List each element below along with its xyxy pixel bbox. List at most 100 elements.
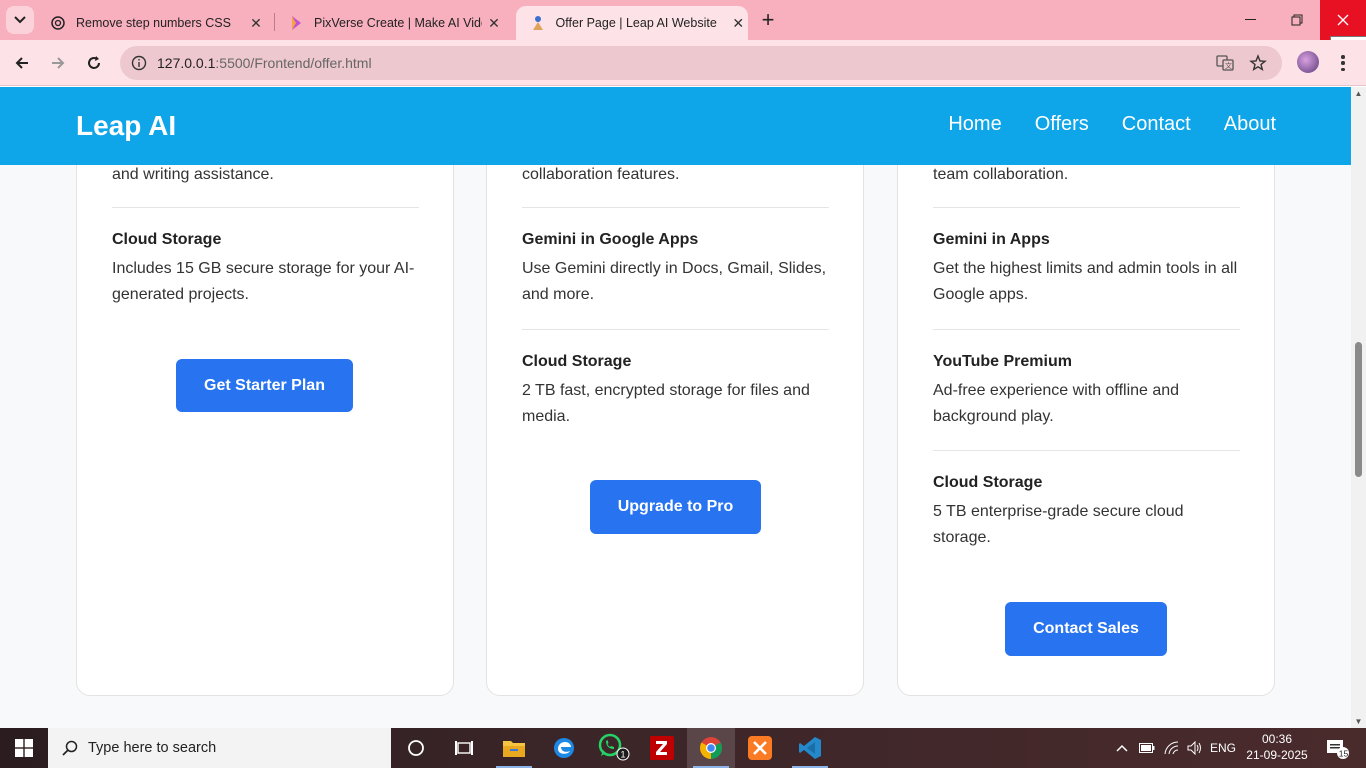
feature-title: Gemini in Apps <box>933 231 1050 248</box>
svg-text:文: 文 <box>1225 61 1232 70</box>
reload-button[interactable] <box>80 49 108 77</box>
search-placeholder: Type here to search <box>88 740 217 756</box>
scroll-thumb[interactable] <box>1355 342 1362 477</box>
whatsapp-badge: 1 <box>621 750 626 760</box>
nav-link-contact[interactable]: Contact <box>1122 113 1191 136</box>
nav-link-home[interactable]: Home <box>948 113 1001 136</box>
feature-item: Cloud Storage 5 TB enterprise-grade secu… <box>933 474 1240 550</box>
language-indicator[interactable]: ENG <box>1208 728 1238 768</box>
tab-chatgpt[interactable]: Remove step numbers CSS ✕ <box>36 6 266 40</box>
scroll-down-icon[interactable]: ▼ <box>1354 717 1363 726</box>
feature-title: Cloud Storage <box>112 231 222 248</box>
address-bar[interactable]: 127.0.0.1:5500/Frontend/offer.html 文 <box>120 46 1282 80</box>
bookmark-star-icon[interactable] <box>1249 54 1267 72</box>
forward-button[interactable] <box>44 49 72 77</box>
whatsapp-icon[interactable]: 1 <box>590 728 638 768</box>
contact-sales-button[interactable]: Contact Sales <box>1005 602 1167 656</box>
scroll-up-icon[interactable]: ▲ <box>1354 89 1363 98</box>
feature-item: Cloud Storage 2 TB fast, encrypted stora… <box>522 353 829 429</box>
plan-card-starter: and writing assistance. Cloud Storage In… <box>76 87 454 696</box>
feature-description: 2 TB fast, encrypted storage for files a… <box>522 382 810 425</box>
tab-title: Remove step numbers CSS <box>76 16 231 30</box>
site-logo[interactable]: Leap AI <box>76 110 176 142</box>
vscode-icon[interactable] <box>786 728 834 768</box>
url-host: 127.0.0.1 <box>157 55 216 71</box>
chatgpt-icon <box>50 15 66 31</box>
divider <box>112 207 419 208</box>
close-tab-icon[interactable]: ✕ <box>246 13 266 33</box>
chrome-icon[interactable] <box>687 728 735 768</box>
notification-count: 15 <box>1339 749 1349 759</box>
browser-menu-icon[interactable] <box>1334 52 1352 74</box>
feature-title: Cloud Storage <box>933 474 1043 491</box>
tab-search-button[interactable] <box>6 6 34 34</box>
page-viewport: and writing assistance. Cloud Storage In… <box>0 87 1351 728</box>
get-starter-plan-button[interactable]: Get Starter Plan <box>176 359 353 412</box>
close-window-button[interactable] <box>1320 0 1366 40</box>
new-tab-button[interactable]: + <box>756 7 780 32</box>
restore-button[interactable] <box>1274 0 1320 40</box>
file-explorer-icon[interactable] <box>490 728 538 768</box>
feature-item: Gemini in Apps Get the highest limits an… <box>933 231 1240 307</box>
site-info-icon[interactable] <box>130 54 148 72</box>
chevron-down-icon <box>14 16 26 24</box>
taskbar-search[interactable]: Type here to search <box>48 728 391 768</box>
url-path: :5500/Frontend/offer.html <box>215 55 372 71</box>
start-button[interactable] <box>0 728 48 768</box>
feature-description: Ad-free experience with offline and back… <box>933 382 1180 425</box>
wifi-icon[interactable] <box>1160 728 1184 768</box>
plan-card-enterprise: team collaboration. Gemini in Apps Get t… <box>897 87 1275 696</box>
clock-time: 00:36 <box>1261 732 1293 746</box>
tab-offer-page[interactable]: Offer Page | Leap AI Website ✕ <box>516 6 748 40</box>
edge-icon[interactable] <box>540 728 588 768</box>
xampp-icon[interactable] <box>736 728 784 768</box>
leapai-icon <box>530 15 546 31</box>
windows-logo-icon <box>15 739 33 757</box>
site-header: Leap AI Home Offers Contact About <box>0 87 1351 165</box>
browser-tabstrip: Remove step numbers CSS ✕ PixVerse Creat… <box>0 0 1366 40</box>
tab-pixverse[interactable]: PixVerse Create | Make AI Video ✕ <box>274 6 504 40</box>
feature-title: Cloud Storage <box>522 353 632 370</box>
close-tab-icon[interactable]: ✕ <box>484 13 504 33</box>
search-icon <box>62 740 78 756</box>
feature-item: YouTube Premium Ad-free experience with … <box>933 353 1240 429</box>
divider <box>933 207 1240 208</box>
minimize-button[interactable] <box>1228 0 1274 40</box>
nav-link-about[interactable]: About <box>1224 113 1276 136</box>
feature-title: Gemini in Google Apps <box>522 231 699 248</box>
translate-icon[interactable]: 文 <box>1216 54 1234 72</box>
card-description: collaboration features. <box>522 166 680 183</box>
browser-toolbar: 127.0.0.1:5500/Frontend/offer.html 文 <box>0 40 1366 86</box>
filezilla-icon[interactable] <box>638 728 686 768</box>
windows-taskbar: Type here to search 1 ENG 00:36 21-09-20 <box>0 728 1366 768</box>
page-scrollbar[interactable]: ▲ ▼ <box>1351 87 1366 728</box>
pixverse-icon <box>288 15 304 31</box>
feature-description: Use Gemini directly in Docs, Gmail, Slid… <box>522 260 827 303</box>
tab-title: PixVerse Create | Make AI Video <box>314 16 482 30</box>
card-description: and writing assistance. <box>112 166 274 183</box>
close-tab-icon[interactable]: ✕ <box>729 13 748 33</box>
volume-icon[interactable] <box>1184 728 1206 768</box>
cortana-icon[interactable] <box>392 728 440 768</box>
feature-item: Gemini in Google Apps Use Gemini directl… <box>522 231 829 307</box>
feature-item: Cloud Storage Includes 15 GB secure stor… <box>112 231 419 307</box>
arrow-left-icon <box>15 57 28 69</box>
show-hidden-icons-icon[interactable] <box>1112 728 1132 768</box>
upgrade-to-pro-button[interactable]: Upgrade to Pro <box>590 480 761 534</box>
divider <box>933 450 1240 451</box>
nav-link-offers[interactable]: Offers <box>1035 113 1089 136</box>
arrow-right-icon <box>52 57 65 69</box>
profile-avatar[interactable] <box>1297 51 1319 73</box>
back-button[interactable] <box>8 49 36 77</box>
divider <box>522 207 829 208</box>
url-text: 127.0.0.1:5500/Frontend/offer.html <box>157 55 372 71</box>
clock[interactable]: 00:36 21-09-2025 <box>1242 731 1312 763</box>
battery-icon[interactable] <box>1136 728 1158 768</box>
divider <box>933 329 1240 330</box>
site-nav: Home Offers Contact About <box>915 113 1276 136</box>
reload-icon <box>88 56 100 69</box>
notification-icon[interactable]: 15 <box>1320 728 1354 768</box>
tab-title: Offer Page | Leap AI Website <box>555 16 717 30</box>
task-view-icon[interactable] <box>440 728 488 768</box>
feature-description: Includes 15 GB secure storage for your A… <box>112 260 415 303</box>
